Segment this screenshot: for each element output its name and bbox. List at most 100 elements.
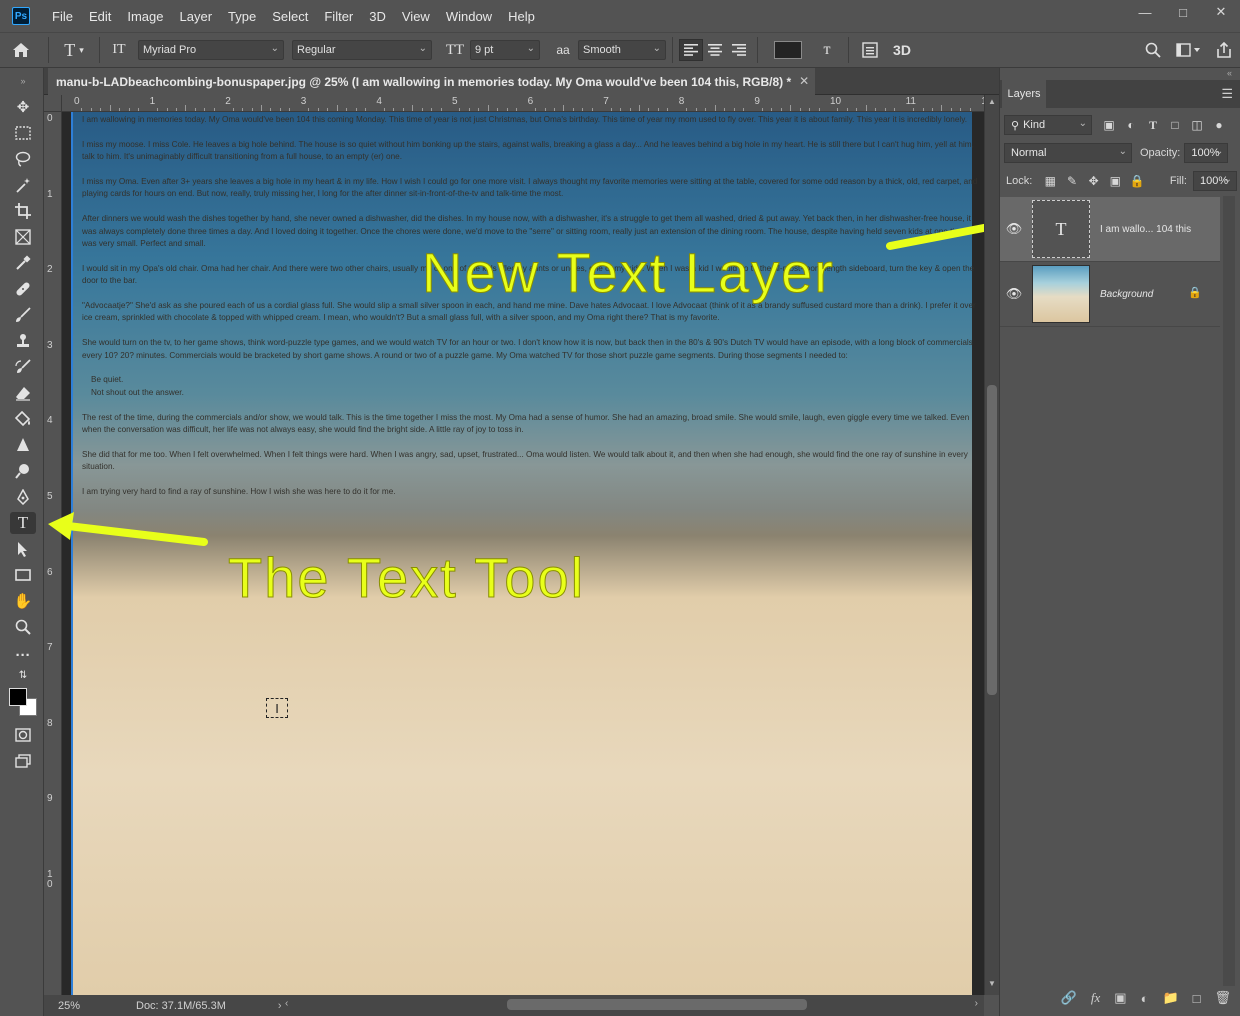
filter-kind-select[interactable]: ⚲ Kind ⌄ — [1004, 115, 1092, 135]
magic-wand-tool-icon[interactable] — [10, 174, 36, 196]
more-tools-icon[interactable]: ··· — [10, 644, 36, 666]
vertical-scrollbar[interactable]: ▲ ▼ — [984, 95, 999, 995]
document-tab[interactable]: manu-b-LADbeachcombing-bonuspaper.jpg @ … — [48, 68, 816, 95]
text-orientation-icon[interactable]: IT — [106, 36, 132, 64]
layer-name[interactable]: Background — [1100, 289, 1153, 300]
fx-icon[interactable]: fx — [1091, 990, 1100, 1006]
status-menu-icon[interactable]: › — [278, 1000, 282, 1012]
layer-row-background[interactable]: 👁 Background 🔒 — [1000, 262, 1220, 327]
menu-3d[interactable]: 3D — [361, 9, 394, 24]
antialias-select[interactable]: Smooth ⌄ — [578, 40, 666, 60]
minimize-button[interactable]: — — [1126, 0, 1164, 24]
crop-tool-icon[interactable] — [10, 200, 36, 222]
toolbar-collapse-icon[interactable]: » — [10, 70, 36, 92]
visibility-eye-icon[interactable]: 👁 — [1000, 221, 1028, 237]
trash-icon[interactable]: 🗑 — [1214, 990, 1231, 1006]
brush-tool-icon[interactable] — [10, 304, 36, 326]
menu-file[interactable]: File — [44, 9, 81, 24]
paint-bucket-tool-icon[interactable] — [10, 408, 36, 430]
lock-all-icon[interactable]: 🔒 — [1126, 174, 1148, 188]
filter-smart-object-icon[interactable]: ◫ — [1186, 118, 1208, 132]
scroll-up-icon[interactable]: ▲ — [988, 97, 996, 106]
scroll-down-icon[interactable]: ▼ — [988, 979, 996, 988]
mask-icon[interactable]: ▣ — [1114, 990, 1126, 1006]
lock-artboard-icon[interactable]: ▣ — [1105, 174, 1127, 188]
text-color-swatch[interactable] — [774, 41, 802, 59]
align-left-button[interactable] — [679, 39, 703, 61]
vertical-scroll-thumb[interactable] — [987, 385, 997, 695]
menu-window[interactable]: Window — [438, 9, 500, 24]
character-panel-icon[interactable] — [855, 36, 885, 64]
group-icon[interactable]: 📁 — [1162, 990, 1178, 1006]
eraser-tool-icon[interactable] — [10, 382, 36, 404]
text-layer-content[interactable]: I am wallowing in memories today. My Oma… — [82, 114, 978, 511]
frame-tool-icon[interactable] — [10, 226, 36, 248]
hand-tool-icon[interactable]: ✋ — [10, 590, 36, 612]
menu-view[interactable]: View — [394, 9, 438, 24]
menu-edit[interactable]: Edit — [81, 9, 119, 24]
search-icon[interactable] — [1138, 36, 1168, 64]
font-style-select[interactable]: Regular ⌄ — [292, 40, 432, 60]
home-icon[interactable] — [0, 36, 42, 64]
maximize-button[interactable]: □ — [1164, 0, 1202, 24]
lock-position-icon[interactable]: ✥ — [1083, 174, 1105, 188]
move-tool-icon[interactable]: ✥ — [10, 96, 36, 118]
fill-input[interactable]: 100% ⌄ — [1192, 171, 1237, 191]
scroll-left-icon[interactable]: ‹ — [285, 998, 288, 1009]
horizontal-ruler[interactable]: 0123456789101112 — [62, 95, 984, 112]
lock-transparent-icon[interactable]: ▦ — [1040, 174, 1062, 188]
healing-brush-tool-icon[interactable] — [10, 278, 36, 300]
layer-name[interactable]: I am wallo... 104 this — [1100, 224, 1191, 235]
close-document-icon[interactable]: ✕ — [799, 74, 809, 88]
font-family-select[interactable]: Myriad Pro ⌄ — [138, 40, 284, 60]
filter-shape-icon[interactable]: □ — [1164, 118, 1186, 132]
rectangle-tool-icon[interactable] — [10, 564, 36, 586]
menu-type[interactable]: Type — [220, 9, 264, 24]
lasso-tool-icon[interactable] — [10, 148, 36, 170]
tab-layers[interactable]: Layers — [1002, 80, 1046, 108]
panel-menu-icon[interactable]: ☰ — [1221, 86, 1233, 102]
dodge-tool-icon[interactable] — [10, 460, 36, 482]
marquee-tool-icon[interactable] — [10, 122, 36, 144]
vertical-ruler[interactable]: 0 1 2 3 4 5 6 7 8 9 1 0 — [44, 112, 62, 995]
panel-collapse-icon[interactable]: « — [1227, 68, 1232, 78]
blend-mode-select[interactable]: Normal ⌄ — [1004, 143, 1132, 163]
clone-stamp-tool-icon[interactable] — [10, 330, 36, 352]
menu-layer[interactable]: Layer — [172, 9, 221, 24]
filter-type-icon[interactable]: T — [1142, 118, 1164, 133]
lock-image-icon[interactable]: ✎ — [1061, 174, 1083, 188]
horizontal-scroll-thumb[interactable] — [507, 999, 807, 1010]
layer-row-text[interactable]: 👁 T I am wallo... 104 this — [1000, 197, 1220, 262]
blur-tool-icon[interactable] — [10, 434, 36, 456]
align-right-button[interactable] — [727, 39, 751, 61]
menu-image[interactable]: Image — [119, 9, 171, 24]
path-selection-tool-icon[interactable] — [10, 538, 36, 560]
adjustment-icon[interactable]: ◐ — [1141, 991, 1149, 1006]
pen-tool-icon[interactable] — [10, 486, 36, 508]
opacity-input[interactable]: 100% ⌄ — [1184, 143, 1229, 163]
layers-scrollbar[interactable] — [1223, 196, 1235, 986]
type-tool-preset-icon[interactable]: T ▾ — [55, 36, 93, 64]
3d-button[interactable]: 3D — [885, 36, 919, 64]
text-tool-icon[interactable]: T — [10, 512, 36, 534]
scroll-right-icon[interactable]: › — [975, 998, 978, 1009]
menu-help[interactable]: Help — [500, 9, 543, 24]
zoom-level[interactable]: 25% — [58, 1000, 118, 1012]
quick-mask-icon[interactable] — [10, 724, 36, 746]
new-layer-icon[interactable]: □ — [1193, 991, 1201, 1006]
menu-filter[interactable]: Filter — [316, 9, 361, 24]
warp-text-icon[interactable]: ᴛ — [812, 36, 842, 64]
share-icon[interactable] — [1208, 36, 1240, 64]
filter-pixel-icon[interactable]: ▣ — [1098, 118, 1120, 132]
workspace-icon[interactable] — [1168, 36, 1208, 64]
history-brush-tool-icon[interactable] — [10, 356, 36, 378]
font-size-select[interactable]: 9 pt ⌄ — [470, 40, 540, 60]
filter-adjustment-icon[interactable]: ◐ — [1120, 118, 1142, 132]
zoom-tool-icon[interactable] — [10, 616, 36, 638]
visibility-eye-icon[interactable]: 👁 — [1000, 286, 1028, 302]
swap-colors-icon[interactable]: ⇅ — [10, 668, 36, 682]
align-center-button[interactable] — [703, 39, 727, 61]
link-icon[interactable]: 🔗 — [1061, 990, 1077, 1006]
close-button[interactable]: ✕ — [1202, 0, 1240, 24]
horizontal-scrollbar[interactable]: ‹ › — [283, 995, 984, 1016]
